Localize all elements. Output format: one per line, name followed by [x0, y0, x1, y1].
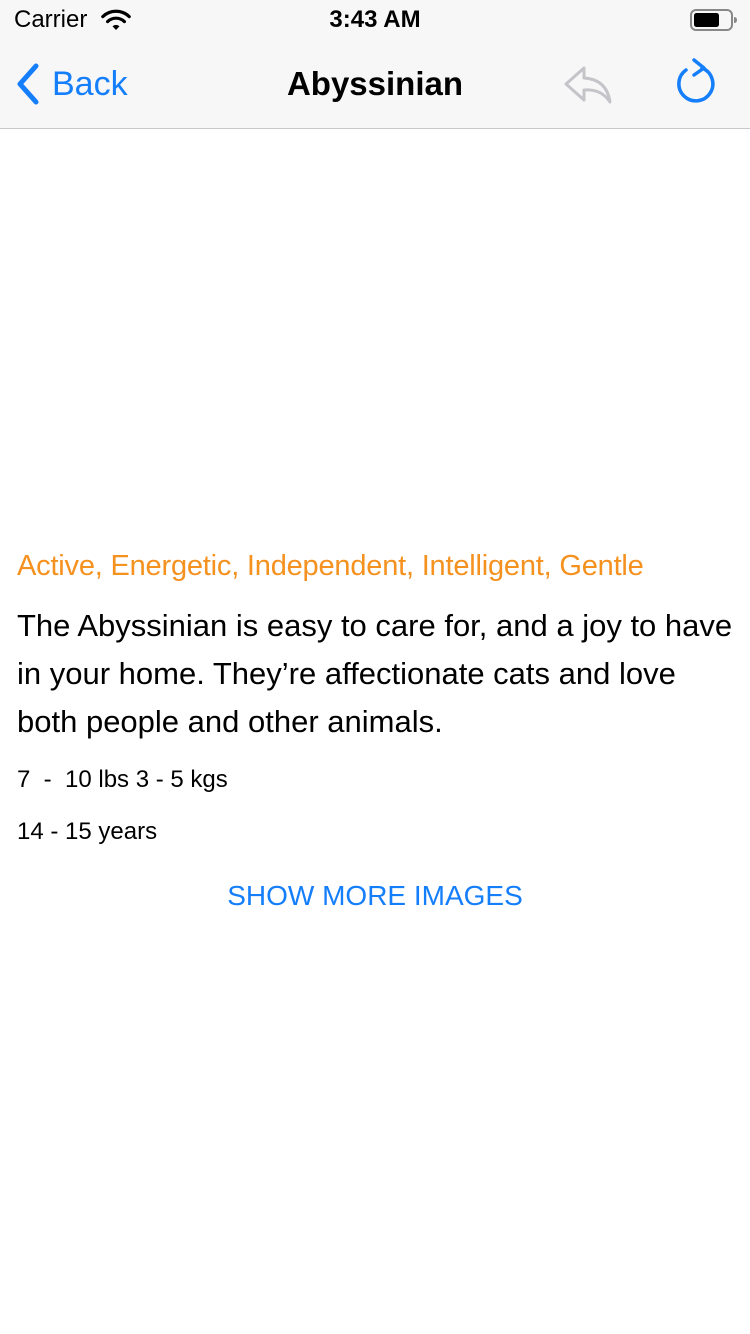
- status-time: 3:43 AM: [329, 6, 421, 33]
- page-title: Abyssinian: [286, 65, 464, 102]
- breed-details: Active, Energetic, Independent, Intellig…: [17, 544, 737, 852]
- breed-image-area: [0, 129, 750, 529]
- weight-label: 7 - 10 lbs 3 - 5 kgs: [17, 766, 228, 793]
- temperament-label: Active, Energetic, Independent, Intellig…: [17, 550, 644, 582]
- refresh-icon[interactable]: [672, 56, 720, 108]
- life-span-label: 14 - 15 years: [17, 818, 158, 845]
- navigation-bar: Back Abyssinian: [0, 40, 750, 129]
- show-more-images-button[interactable]: SHOW MORE IMAGES: [0, 876, 750, 916]
- battery-icon: [690, 9, 737, 31]
- description-text: The Abyssinian is easy to care for, and …: [17, 608, 733, 739]
- reply-icon[interactable]: [562, 60, 614, 108]
- status-bar: Carrier 3:43 AM: [0, 0, 750, 40]
